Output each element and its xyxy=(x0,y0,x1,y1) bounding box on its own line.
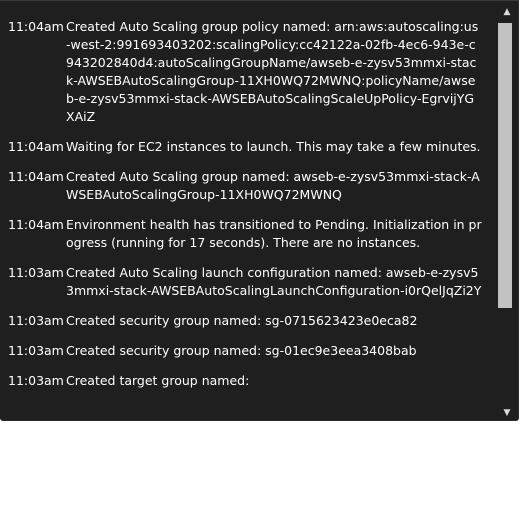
event-time: 11:04am xyxy=(8,139,64,154)
event-message: Created Auto Scaling launch configuratio… xyxy=(66,265,482,298)
event-time: 11:03am xyxy=(8,373,64,388)
event-time: 11:04am xyxy=(8,19,64,34)
event-time: 11:03am xyxy=(8,343,64,358)
vertical-scrollbar[interactable]: ▲ ▼ xyxy=(496,1,518,420)
event-log-entry: 11:03am Created security group named: sg… xyxy=(0,342,494,360)
event-log-list: 11:04am Created Auto Scaling group polic… xyxy=(0,1,494,420)
event-log-entry: 11:04am Created Auto Scaling group named… xyxy=(0,168,494,204)
event-time: 11:04am xyxy=(8,217,64,232)
event-message: Created target group named: xyxy=(66,373,250,388)
event-log-entry: 11:03am Created Auto Scaling launch conf… xyxy=(0,264,494,300)
scrollbar-thumb[interactable] xyxy=(498,23,512,308)
event-log-entry: 11:04am Waiting for EC2 instances to lau… xyxy=(0,138,494,156)
event-log-entry: 11:04am Created Auto Scaling group polic… xyxy=(0,18,494,126)
event-time: 11:03am xyxy=(8,265,64,280)
event-message: Waiting for EC2 instances to launch. Thi… xyxy=(66,139,481,154)
event-message: Environment health has transitioned to P… xyxy=(66,217,482,250)
event-time: 11:03am xyxy=(8,313,64,328)
event-message: Created security group named: sg-01ec9e3… xyxy=(66,343,417,358)
event-log-panel: 11:04am Created Auto Scaling group polic… xyxy=(0,0,519,421)
triangle-down-icon[interactable]: ▼ xyxy=(496,405,518,420)
event-time: 11:04am xyxy=(8,169,64,184)
event-log-entry: 11:03am Created security group named: sg… xyxy=(0,312,494,330)
event-message: Created security group named: sg-0715623… xyxy=(66,313,418,328)
event-message: Created Auto Scaling group named: awseb-… xyxy=(66,169,480,202)
event-log-entry: 11:03am Created target group named: xyxy=(0,372,494,390)
triangle-up-icon[interactable]: ▲ xyxy=(496,4,518,20)
event-message: Created Auto Scaling group policy named:… xyxy=(66,19,479,124)
event-log-entry: 11:04am Environment health has transitio… xyxy=(0,216,494,252)
